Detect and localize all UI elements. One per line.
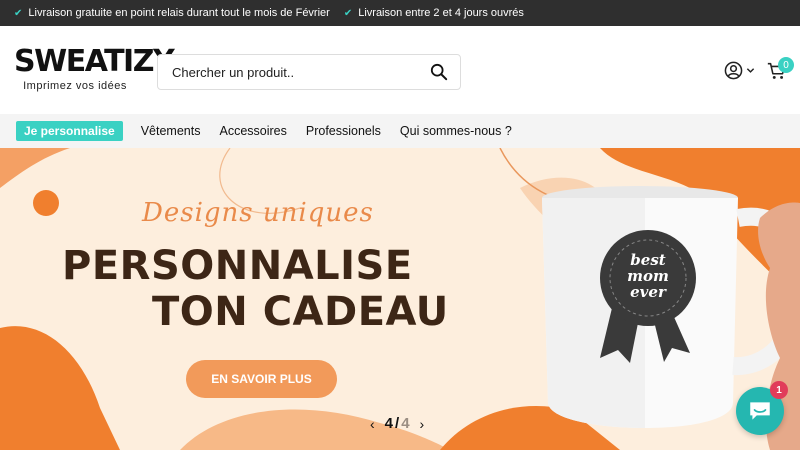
slide-pagination: ‹ 4 / 4 › bbox=[370, 415, 424, 432]
user-icon bbox=[724, 61, 743, 80]
account-button[interactable] bbox=[724, 61, 755, 80]
announcement-message: ✔ Livraison gratuite en point relais dur… bbox=[14, 7, 330, 19]
chat-unread-badge: 1 bbox=[770, 381, 788, 399]
announcement-text: Livraison entre 2 et 4 jours ouvrés bbox=[358, 7, 524, 19]
nav-item-vetements[interactable]: Vêtements bbox=[141, 124, 201, 138]
announcement-message: ✔ Livraison entre 2 et 4 jours ouvrés bbox=[344, 7, 524, 19]
chevron-left-icon[interactable]: ‹ bbox=[370, 416, 375, 432]
logo-text: SWEATIZY bbox=[14, 44, 175, 79]
chevron-down-icon bbox=[746, 68, 755, 73]
nav-item-accessoires[interactable]: Accessoires bbox=[219, 124, 286, 138]
hero-title-line2: TON CADEAU bbox=[152, 289, 449, 335]
announcement-text: Livraison gratuite en point relais duran… bbox=[28, 7, 330, 19]
nav-item-professionels[interactable]: Professionels bbox=[306, 124, 381, 138]
check-icon: ✔ bbox=[343, 7, 353, 19]
nav-item-je-personnalise[interactable]: Je personnalise bbox=[16, 121, 123, 141]
logo-tagline: Imprimez vos idées bbox=[23, 80, 127, 92]
mug-text-line: mom bbox=[627, 267, 669, 285]
mug-text-line: best bbox=[630, 251, 666, 269]
hero-banner: Designs uniques PERSONNALISE TON CADEAU … bbox=[0, 148, 800, 450]
hero-title-line1: PERSONNALISE bbox=[62, 243, 413, 289]
logo[interactable]: SWEATIZY Imprimez vos idées bbox=[14, 44, 175, 93]
chevron-right-icon[interactable]: › bbox=[420, 416, 425, 432]
mug-text-line: ever bbox=[630, 283, 666, 301]
cart-count-badge: 0 bbox=[778, 57, 794, 73]
chat-bubble-icon bbox=[750, 402, 770, 420]
hero-script-text: Designs uniques bbox=[142, 198, 374, 228]
learn-more-button[interactable]: EN SAVOIR PLUS bbox=[186, 360, 337, 398]
slide-total: 4 bbox=[401, 415, 410, 432]
search-input[interactable] bbox=[172, 64, 422, 80]
announcement-bar: ✔ Livraison gratuite en point relais dur… bbox=[0, 0, 800, 26]
nav-item-qui-sommes-nous[interactable]: Qui sommes-nous ? bbox=[400, 124, 512, 138]
main-nav: Je personnalise Vêtements Accessoires Pr… bbox=[0, 114, 800, 148]
search-bar bbox=[157, 54, 461, 90]
check-icon: ✔ bbox=[14, 7, 23, 19]
site-header: SWEATIZY Imprimez vos idées 0 bbox=[0, 26, 800, 114]
search-icon[interactable] bbox=[430, 63, 448, 81]
slide-separator: / bbox=[395, 415, 400, 432]
slide-current: 4 bbox=[384, 415, 394, 432]
mug-print-text: best mom ever bbox=[622, 252, 674, 300]
